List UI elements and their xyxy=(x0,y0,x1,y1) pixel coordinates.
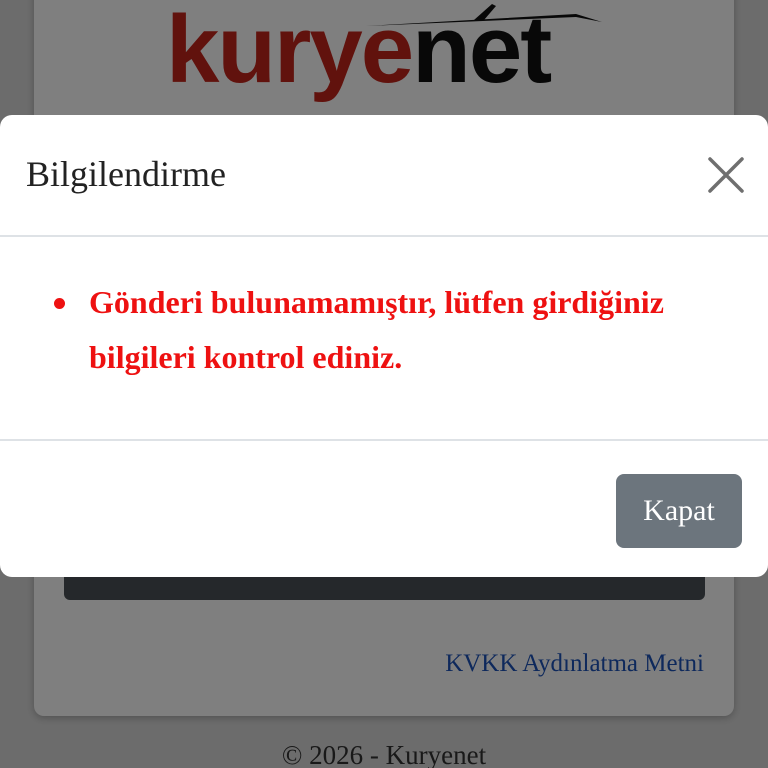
modal-footer: Kapat xyxy=(0,439,768,577)
error-list: Gönderi bulunamamıştır, lütfen girdiğini… xyxy=(0,275,768,385)
error-message: Gönderi bulunamamıştır, lütfen girdiğini… xyxy=(89,284,664,375)
modal-body: Gönderi bulunamamıştır, lütfen girdiğini… xyxy=(0,237,768,439)
error-item: Gönderi bulunamamıştır, lütfen girdiğini… xyxy=(0,275,768,385)
modal-header: Bilgilendirme xyxy=(0,115,768,237)
modal-title: Bilgilendirme xyxy=(26,154,226,194)
bullet-icon xyxy=(54,298,65,309)
close-button[interactable] xyxy=(700,149,752,201)
close-icon xyxy=(708,157,744,193)
info-modal: Bilgilendirme Gönderi bulunamamıştır, lü… xyxy=(0,115,768,577)
kapat-button[interactable]: Kapat xyxy=(616,474,742,548)
